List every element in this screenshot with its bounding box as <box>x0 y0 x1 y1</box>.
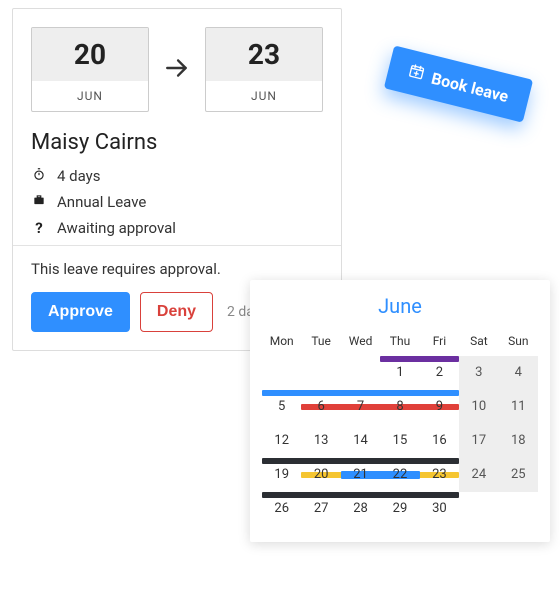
calendar-cell <box>499 492 538 526</box>
calendar-day-number: 9 <box>436 399 443 414</box>
suitcase-icon <box>31 193 47 211</box>
calendar-day-header: Tue <box>301 330 340 356</box>
deny-button[interactable]: Deny <box>140 292 213 332</box>
calendar-day-number: 30 <box>432 501 447 516</box>
calendar-day-number: 25 <box>511 467 526 482</box>
divider <box>13 245 341 246</box>
calendar-day-number: 2 <box>436 365 443 380</box>
calendar-day-number: 11 <box>511 399 526 414</box>
calendar-day-number: 29 <box>393 501 408 516</box>
calendar-cell <box>341 356 380 390</box>
calendar-cell[interactable]: 18 <box>499 424 538 458</box>
duration-row: 4 days <box>31 167 323 185</box>
calendar-day-number: 21 <box>353 467 368 482</box>
calendar-day-header: Sat <box>459 330 498 356</box>
start-day: 20 <box>32 28 148 81</box>
calendar-cell <box>262 356 301 390</box>
calendar-day-header: Sun <box>499 330 538 356</box>
calendar-cell[interactable]: 14 <box>341 424 380 458</box>
calendar-day-header: Wed <box>341 330 380 356</box>
calendar-cell[interactable]: 16 <box>420 424 459 458</box>
calendar-day-number: 5 <box>278 399 285 414</box>
leave-bar[interactable] <box>380 356 459 362</box>
calendar-day-number: 12 <box>274 433 289 448</box>
calendar-cell <box>459 492 498 526</box>
calendar-panel: June MonTueWedThuFriSatSun12345678910111… <box>250 280 550 542</box>
calendar-cell[interactable]: 12 <box>262 424 301 458</box>
calendar-day-number: 8 <box>396 399 403 414</box>
arrow-right-icon <box>157 55 197 85</box>
calendar-day-header: Fri <box>420 330 459 356</box>
date-range: 20 JUN 23 JUN <box>31 27 323 112</box>
calendar-day-number: 19 <box>274 467 289 482</box>
start-month: JUN <box>32 81 148 111</box>
calendar-day-number: 26 <box>274 501 289 516</box>
end-date-box: 23 JUN <box>205 27 323 112</box>
calendar-day-number: 22 <box>393 467 408 482</box>
end-month: JUN <box>206 81 322 111</box>
calendar-cell[interactable]: 15 <box>380 424 419 458</box>
calendar-cell[interactable]: 4 <box>499 356 538 390</box>
calendar-cell[interactable]: 24 <box>459 458 498 492</box>
calendar-day-number: 20 <box>314 467 329 482</box>
calendar-day-number: 4 <box>515 365 522 380</box>
calendar-cell[interactable]: 25 <box>499 458 538 492</box>
duration-text: 4 days <box>57 167 101 185</box>
calendar-cell[interactable]: 11 <box>499 390 538 424</box>
calendar-day-number: 17 <box>472 433 487 448</box>
calendar-plus-icon <box>406 62 426 85</box>
calendar-day-number: 16 <box>432 433 447 448</box>
calendar-day-header: Mon <box>262 330 301 356</box>
leave-type-text: Annual Leave <box>57 193 146 211</box>
end-day: 23 <box>206 28 322 81</box>
calendar-row: 26 27 28 29 30 <box>262 492 538 526</box>
calendar-cell[interactable]: 13 <box>301 424 340 458</box>
calendar-day-number: 14 <box>353 433 368 448</box>
leave-type-row: Annual Leave <box>31 193 323 211</box>
calendar-row: 1 2 3 4 <box>262 356 538 390</box>
leave-bar[interactable] <box>262 390 459 396</box>
approval-note: This leave requires approval. <box>13 260 341 278</box>
question-icon: ? <box>31 219 47 237</box>
calendar-day-number: 1 <box>396 365 403 380</box>
calendar-day-number: 10 <box>472 399 487 414</box>
calendar-grid: MonTueWedThuFriSatSun1234567891011121314… <box>262 330 538 526</box>
calendar-day-number: 6 <box>317 399 324 414</box>
calendar-day-number: 7 <box>357 399 364 414</box>
calendar-cell[interactable]: 10 <box>459 390 498 424</box>
calendar-row: 19 20 21 22 23 24 25 <box>262 458 538 492</box>
requester-name: Maisy Cairns <box>31 130 323 155</box>
calendar-day-number: 24 <box>472 467 487 482</box>
calendar-cell <box>301 356 340 390</box>
start-date-box: 20 JUN <box>31 27 149 112</box>
calendar-day-number: 27 <box>314 501 329 516</box>
calendar-day-number: 3 <box>475 365 482 380</box>
calendar-row: 12 13 14 15 16 17 18 <box>262 424 538 458</box>
leave-bar[interactable] <box>262 458 459 464</box>
book-leave-label: Book leave <box>430 68 511 105</box>
book-leave-button[interactable]: Book leave <box>384 45 533 122</box>
calendar-day-number: 15 <box>393 433 408 448</box>
status-row: ? Awaiting approval <box>31 219 323 237</box>
calendar-day-number: 23 <box>432 467 447 482</box>
calendar-day-number: 28 <box>353 501 368 516</box>
calendar-cell[interactable]: 3 <box>459 356 498 390</box>
status-text: Awaiting approval <box>57 219 176 237</box>
calendar-row: 5 6 7 8 9 10 11 <box>262 390 538 424</box>
calendar-day-number: 13 <box>314 433 329 448</box>
calendar-day-number: 18 <box>511 433 526 448</box>
leave-bar[interactable] <box>262 492 459 498</box>
approve-button[interactable]: Approve <box>31 292 130 332</box>
calendar-month-title[interactable]: June <box>262 294 538 318</box>
calendar-cell[interactable]: 17 <box>459 424 498 458</box>
stopwatch-icon <box>31 167 47 185</box>
calendar-day-header: Thu <box>380 330 419 356</box>
